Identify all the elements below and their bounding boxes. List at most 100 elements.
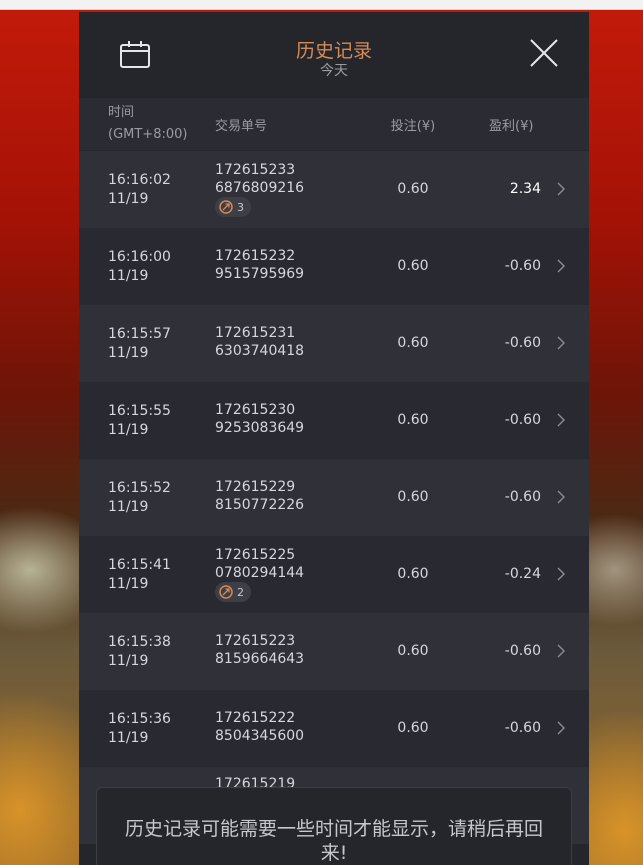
chevron-right-icon[interactable] <box>555 566 567 582</box>
row-time: 16:15:38 11/19 <box>108 633 171 671</box>
row-bet: 0.60 <box>397 258 429 274</box>
free-spin-icon <box>219 200 233 214</box>
row-order-line1: 172615229 <box>215 479 296 495</box>
row-time-date: 11/19 <box>108 422 149 438</box>
chevron-right-icon[interactable] <box>555 181 567 197</box>
row-order-number: 172615233 6876809216 <box>215 161 304 197</box>
row-time: 16:15:57 11/19 <box>108 325 171 363</box>
row-profit: -0.60 <box>504 643 541 659</box>
chevron-right-icon[interactable] <box>555 258 567 274</box>
row-time-clock: 16:15:52 <box>108 480 171 496</box>
chevron-right-icon[interactable] <box>555 412 567 428</box>
table-row[interactable]: 16:16:00 11/19 172615232 9515795969 0.60 -0.6… <box>79 228 589 305</box>
row-bet: 0.60 <box>397 412 429 428</box>
row-bet: 0.60 <box>397 335 429 351</box>
row-profit: 2.34 <box>509 181 541 197</box>
row-order-line1: 172615232 <box>215 248 296 264</box>
table-row[interactable]: 16:15:41 11/19 172615225 0780294144 2 0.60 -0.… <box>79 536 589 613</box>
row-time-date: 11/19 <box>108 345 149 361</box>
chevron-right-icon[interactable] <box>555 489 567 505</box>
row-time-clock: 16:15:38 <box>108 634 171 650</box>
row-time-date: 11/19 <box>108 576 149 592</box>
row-order-line2: 8159664643 <box>215 651 305 667</box>
table-row[interactable]: 16:15:57 11/19 172615231 6303740418 0.60 -0.6… <box>79 305 589 382</box>
row-time: 16:16:00 11/19 <box>108 248 171 286</box>
row-order-number: 172615229 8150772226 <box>215 478 304 514</box>
column-profit: 盈利(¥) <box>489 119 534 134</box>
row-order-number: 172615232 9515795969 <box>215 247 304 283</box>
row-time-clock: 16:15:41 <box>108 557 171 573</box>
free-spin-badge: 3 <box>215 197 251 217</box>
row-order-number: 172615231 6303740418 <box>215 324 304 360</box>
toast-message: 历史记录可能需要一些时间才能显示，请稍后再回来! <box>124 818 543 864</box>
row-time: 16:15:41 11/19 <box>108 556 171 594</box>
table-header: 时间 (GMT+8:00) 交易单号 投注(¥) 盈利(¥) <box>79 98 589 150</box>
row-order-line2: 0780294144 <box>215 565 305 581</box>
table-row[interactable]: 16:15:36 11/19 172615222 8504345600 0.60 -0.6… <box>79 690 589 767</box>
row-time-clock: 16:15:55 <box>108 403 171 419</box>
row-order-line1: 172615230 <box>215 402 296 418</box>
row-profit: -0.24 <box>504 566 541 582</box>
column-time-zone: (GMT+8:00) <box>108 127 188 142</box>
row-time-clock: 16:16:00 <box>108 249 171 265</box>
column-time-label: 时间 <box>108 105 135 120</box>
browser-top-bar <box>0 0 643 10</box>
row-order-line1: 172615222 <box>215 710 296 726</box>
page-title: 历史记录 <box>295 40 372 62</box>
column-order: 交易单号 <box>215 119 268 134</box>
free-spin-icon <box>219 585 233 599</box>
row-bet: 0.60 <box>397 489 429 505</box>
row-time: 16:15:52 11/19 <box>108 479 171 517</box>
row-order-number: 172615230 9253083649 <box>215 401 304 437</box>
history-header: 历史记录 今天 <box>79 12 589 99</box>
row-time-clock: 16:16:02 <box>108 172 171 188</box>
date-filter-label[interactable]: 今天 <box>79 60 589 80</box>
row-order-number: 172615222 8504345600 <box>215 709 304 745</box>
free-spin-count: 3 <box>237 200 244 214</box>
table-row[interactable]: 16:15:55 11/19 172615230 9253083649 0.60 -0.6… <box>79 382 589 459</box>
row-profit: -0.60 <box>504 489 541 505</box>
row-profit: -0.60 <box>504 335 541 351</box>
row-time-clock: 16:15:57 <box>108 326 171 342</box>
row-time-date: 11/19 <box>108 730 149 746</box>
row-time: 16:15:36 11/19 <box>108 710 171 748</box>
row-time-date: 11/19 <box>108 499 149 515</box>
chevron-right-icon[interactable] <box>555 720 567 736</box>
free-spin-badge: 2 <box>215 582 251 602</box>
row-profit: -0.60 <box>504 720 541 736</box>
row-bet: 0.60 <box>397 181 429 197</box>
row-order-line1: 172615231 <box>215 325 296 341</box>
row-order-line2: 9515795969 <box>215 266 305 282</box>
row-time-date: 11/19 <box>108 191 149 207</box>
row-bet: 0.60 <box>397 643 429 659</box>
row-order-number: 172615223 8159664643 <box>215 632 304 668</box>
row-time: 16:16:02 11/19 <box>108 171 171 209</box>
row-order-line2: 9253083649 <box>215 420 305 436</box>
row-bet: 0.60 <box>397 566 429 582</box>
row-order-line1: 172615233 <box>215 162 296 178</box>
row-order-number: 172615225 0780294144 <box>215 546 304 582</box>
row-bet: 0.60 <box>397 720 429 736</box>
table-row[interactable]: 16:16:02 11/19 172615233 6876809216 3 0.60 2.3… <box>79 151 589 228</box>
close-icon[interactable] <box>528 37 560 69</box>
chevron-right-icon[interactable] <box>555 335 567 351</box>
table-row[interactable]: 16:15:52 11/19 172615229 8150772226 0.60 -0.6… <box>79 459 589 536</box>
row-order-line2: 6876809216 <box>215 180 305 196</box>
free-spin-count: 2 <box>237 585 244 599</box>
row-order-line2: 8504345600 <box>215 728 305 744</box>
toast-notice: 历史记录可能需要一些时间才能显示，请稍后再回来! <box>96 787 572 865</box>
row-order-line2: 6303740418 <box>215 343 305 359</box>
table-row[interactable]: 16:15:38 11/19 172615223 8159664643 0.60 -0.6… <box>79 613 589 690</box>
column-time: 时间 (GMT+8:00) <box>108 102 187 146</box>
chevron-right-icon[interactable] <box>555 643 567 659</box>
row-order-line2: 8150772226 <box>215 497 305 513</box>
row-profit: -0.60 <box>504 412 541 428</box>
history-panel: 历史记录 今天 时间 (GMT+8:00) 交易单号 投注(¥) 盈利(¥) 1… <box>79 12 589 865</box>
row-profit: -0.60 <box>504 258 541 274</box>
row-time-date: 11/19 <box>108 653 149 669</box>
row-time-date: 11/19 <box>108 268 149 284</box>
column-bet: 投注(¥) <box>390 119 436 134</box>
row-order-line1: 172615223 <box>215 633 296 649</box>
row-order-line1: 172615225 <box>215 547 296 563</box>
row-time-clock: 16:15:36 <box>108 711 171 727</box>
